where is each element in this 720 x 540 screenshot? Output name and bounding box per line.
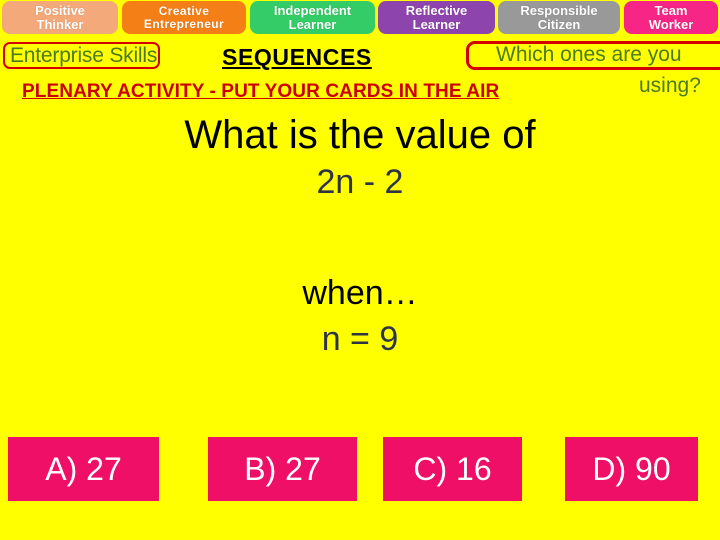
answer-option-d[interactable]: D) 90 <box>565 437 698 501</box>
page-title: SEQUENCES <box>222 44 372 70</box>
skill-chip-line2: Thinker <box>36 16 84 32</box>
skill-chip-line2: Learner <box>288 16 337 32</box>
answer-option-a[interactable]: A) 27 <box>8 437 159 501</box>
prompt-line1: Which ones are you <box>496 43 682 66</box>
answer-option-c[interactable]: C) 16 <box>383 437 522 501</box>
question-text: What is the value of <box>184 113 536 157</box>
skill-chip-reflective-learner[interactable]: Reflective Learner <box>378 1 495 34</box>
skill-chip-independent-learner[interactable]: Independent Learner <box>250 1 375 34</box>
skill-chip-line1: Independent <box>273 2 352 18</box>
skill-chip-line2: Citizen <box>537 16 581 32</box>
question-when-label: when… <box>302 274 418 312</box>
answer-option-b[interactable]: B) 27 <box>208 437 357 501</box>
prompt-line2: using? <box>639 74 701 97</box>
skill-chip-responsible-citizen[interactable]: Responsible Citizen <box>498 1 620 34</box>
skill-chip-line2: Learner <box>412 16 461 32</box>
skill-chip-line1: Creative <box>158 3 210 18</box>
skill-chip-creative-entrepreneur[interactable]: Creative Entrepreneur <box>122 1 246 34</box>
skill-chip-positive-thinker[interactable]: Positive Thinker <box>2 1 118 34</box>
skill-chip-line1: Responsible <box>520 2 598 18</box>
skills-banner: Positive Thinker Creative Entrepreneur I… <box>0 0 720 36</box>
question-variable-value: n = 9 <box>321 320 399 358</box>
skill-chip-line2: Worker <box>648 16 694 32</box>
enterprise-skills-label: Enterprise Skills <box>10 44 158 67</box>
plenary-instruction: PLENARY ACTIVITY - PUT YOUR CARDS IN THE… <box>22 81 500 102</box>
slide-canvas: Positive Thinker Creative Entrepreneur I… <box>0 0 720 540</box>
skill-chip-line1: Reflective <box>405 2 468 18</box>
skill-chip-line1: Team <box>654 2 688 18</box>
skill-chip-line1: Positive <box>35 2 85 18</box>
question-expression: 2n - 2 <box>316 163 404 201</box>
skill-chip-line2: Entrepreneur <box>143 16 225 31</box>
skill-chip-team-worker[interactable]: Team Worker <box>624 1 718 34</box>
